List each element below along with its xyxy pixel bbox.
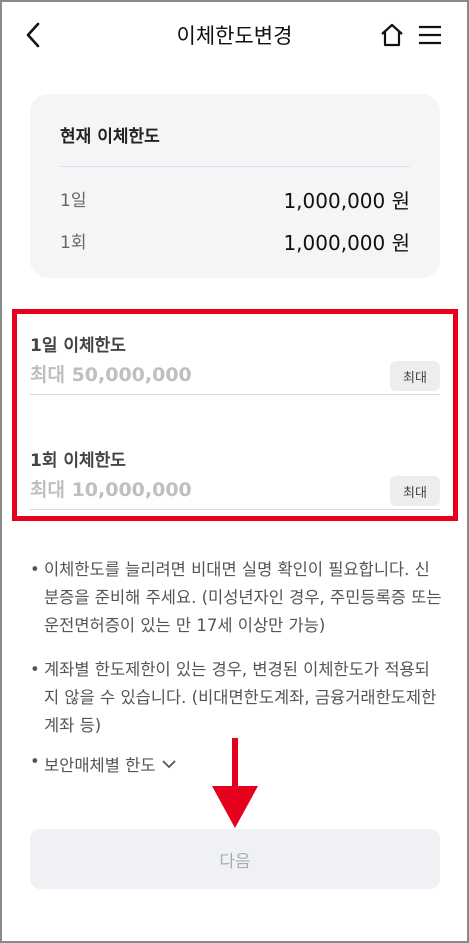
home-icon[interactable] — [378, 20, 406, 50]
per-transfer-input-underline — [30, 509, 440, 510]
per-transfer-limit-input[interactable] — [30, 477, 410, 503]
daily-label: 1일 — [60, 191, 87, 211]
chevron-down-icon — [161, 760, 176, 769]
daily-max-button[interactable]: 최대 — [390, 361, 440, 391]
app-header: 이체한도변경 — [0, 0, 469, 72]
note-text: 계좌별 한도제한이 있는 경우, 변경된 이체한도가 적용되지 않을 수 있습니… — [44, 660, 437, 735]
daily-limit-label: 1일 이체한도 — [30, 336, 126, 356]
note-item: • 이체한도를 늘리려면 비대면 실명 확인이 필요합니다. 신분증을 준비해 … — [30, 560, 442, 635]
current-limit-title: 현재 이체한도 — [60, 127, 160, 147]
per-transfer-limit-label: 1회 이체한도 — [30, 451, 126, 471]
current-limit-card: 현재 이체한도 1일 1,000,000 원 1회 1,000,000 원 — [30, 94, 440, 278]
next-button[interactable]: 다음 — [30, 829, 440, 889]
security-media-limit-label: 보안매체별 한도 — [44, 756, 156, 775]
per-transfer-label: 1회 — [60, 233, 87, 253]
per-transfer-value: 1,000,000 원 — [283, 231, 410, 255]
daily-input-underline — [30, 394, 440, 395]
red-arrow-annotation — [212, 738, 258, 828]
daily-value: 1,000,000 원 — [283, 189, 410, 213]
hamburger-menu-icon[interactable] — [416, 20, 444, 50]
security-media-limit-toggle[interactable]: • 보안매체별 한도 — [30, 752, 176, 776]
note-item: • 계좌별 한도제한이 있는 경우, 변경된 이체한도가 적용되지 않을 수 있… — [30, 660, 437, 735]
divider — [60, 166, 410, 167]
note-text: 이체한도를 늘리려면 비대면 실명 확인이 필요합니다. 신분증을 준비해 주세… — [44, 560, 442, 635]
daily-limit-input[interactable] — [30, 362, 410, 388]
per-transfer-max-button[interactable]: 최대 — [390, 476, 440, 506]
